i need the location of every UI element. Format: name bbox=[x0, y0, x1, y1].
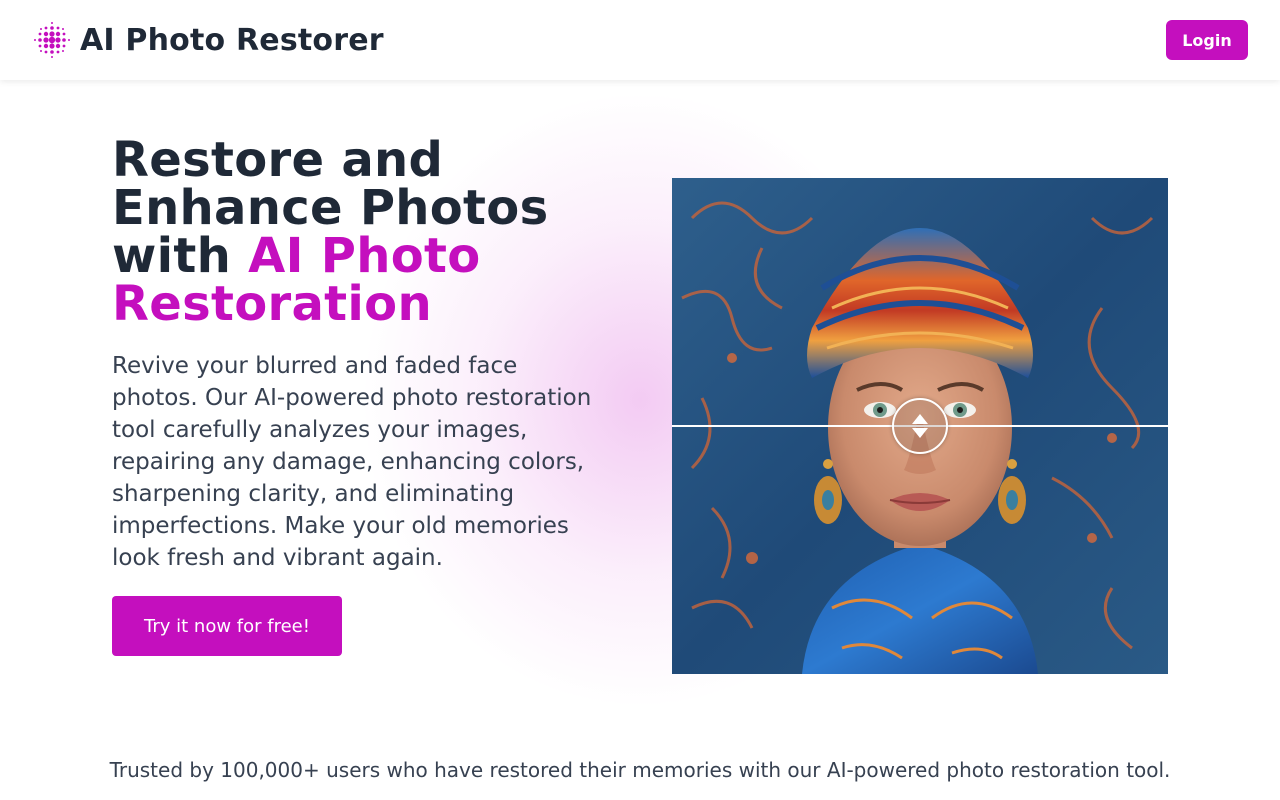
arrow-up-icon bbox=[912, 414, 928, 424]
before-after-comparison[interactable] bbox=[672, 178, 1168, 674]
hero-description: Revive your blurred and faded face photo… bbox=[112, 353, 592, 571]
trusted-prefix: Trusted by bbox=[109, 758, 221, 782]
trusted-by-note: Trusted by 100,000+ users who have resto… bbox=[0, 758, 1280, 782]
dot-grid-logo-icon bbox=[34, 22, 70, 58]
try-free-button[interactable]: Try it now for free! bbox=[112, 596, 342, 656]
trusted-suffix: users who have restored their memories w… bbox=[319, 758, 1171, 782]
arrow-down-icon bbox=[912, 428, 928, 438]
hero-section: Restore and Enhance Photos with AI Photo… bbox=[112, 136, 612, 656]
login-button[interactable]: Login bbox=[1166, 20, 1248, 60]
user-count: 100,000+ bbox=[220, 758, 320, 782]
up-down-arrows-icon[interactable] bbox=[892, 398, 948, 454]
hero-headline: Restore and Enhance Photos with AI Photo… bbox=[112, 136, 612, 328]
brand-title: AI Photo Restorer bbox=[80, 22, 384, 58]
top-nav-bar: AI Photo Restorer Login bbox=[0, 0, 1280, 80]
brand[interactable]: AI Photo Restorer bbox=[32, 20, 384, 60]
